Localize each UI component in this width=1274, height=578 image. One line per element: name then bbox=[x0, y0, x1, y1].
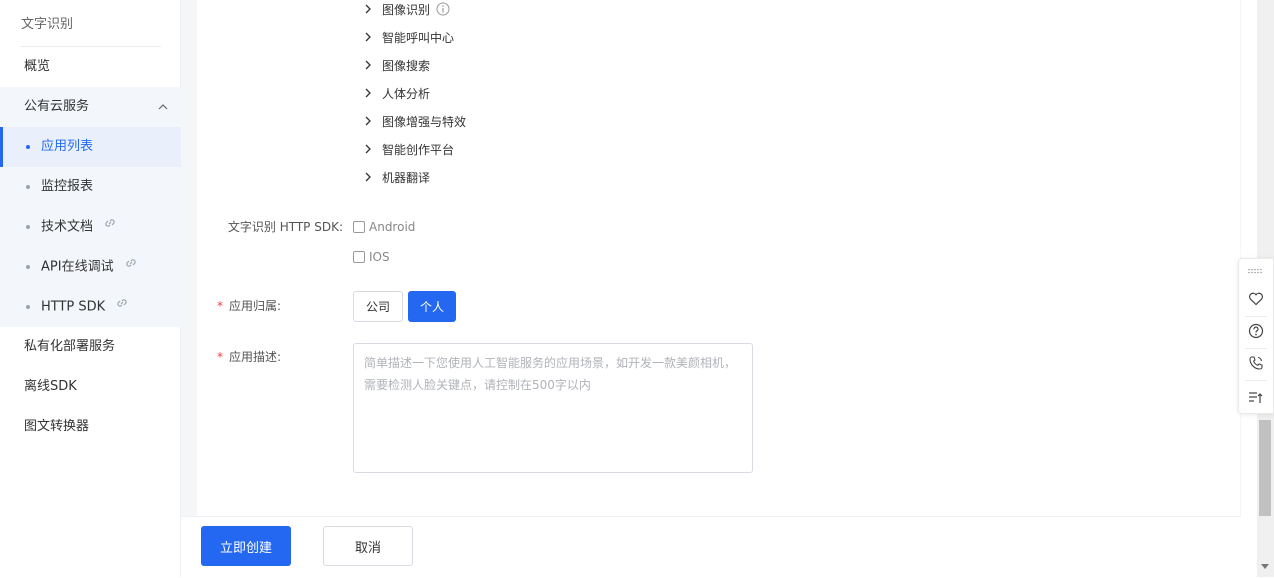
tree-item-image-search[interactable]: 图像搜索 bbox=[362, 55, 430, 75]
checkbox-label: Android bbox=[369, 220, 416, 234]
sidebar-item-public-cloud[interactable]: 公有云服务 bbox=[0, 87, 181, 127]
external-link-icon bbox=[103, 207, 117, 247]
sidebar: 文字识别 概览 公有云服务 应用列表 监控报表 技术文档 API在线调试 HTT… bbox=[0, 0, 181, 577]
tree-item-label: 图像识别 bbox=[382, 2, 431, 17]
required-marker: * bbox=[216, 299, 223, 313]
heart-icon[interactable] bbox=[1239, 285, 1273, 313]
sidebar-subitem-label: 应用列表 bbox=[41, 139, 94, 154]
description-label-text: 应用描述: bbox=[228, 350, 281, 364]
required-marker: * bbox=[216, 350, 223, 364]
notes-icon[interactable] bbox=[1239, 384, 1273, 412]
floating-tool-panel bbox=[1238, 258, 1274, 414]
bullet-icon bbox=[26, 185, 30, 189]
sidebar-subitem-label: HTTP SDK bbox=[41, 299, 106, 315]
sidebar-item-label: 公有云服务 bbox=[24, 99, 90, 114]
sidebar-item-image-text-converter[interactable]: 图文转换器 bbox=[0, 407, 181, 447]
tree-item-image-enhance[interactable]: 图像增强与特效 bbox=[362, 111, 466, 131]
chevron-right-icon bbox=[365, 32, 371, 42]
sidebar-subitem-api-debug[interactable]: API在线调试 bbox=[0, 247, 181, 287]
ownership-label-text: 应用归属: bbox=[228, 299, 281, 313]
scroll-down-arrow-icon[interactable] bbox=[1261, 564, 1269, 569]
chevron-right-icon bbox=[365, 172, 371, 182]
chevron-right-icon bbox=[365, 60, 371, 70]
tree-item-machine-translation[interactable]: 机器翻译 bbox=[362, 167, 430, 187]
sidebar-item-label: 私有化部署服务 bbox=[24, 339, 116, 354]
drag-handle-icon[interactable] bbox=[1239, 259, 1273, 283]
sdk-label: 文字识别 HTTP SDK: bbox=[227, 220, 343, 234]
tree-item-label: 智能创作平台 bbox=[382, 142, 455, 157]
bullet-icon bbox=[26, 145, 30, 149]
chevron-right-icon bbox=[365, 4, 371, 14]
sidebar-item-offline-sdk[interactable]: 离线SDK bbox=[0, 367, 181, 407]
chevron-up-icon[interactable] bbox=[155, 87, 171, 127]
tree-item-label: 图像搜索 bbox=[382, 58, 431, 73]
sidebar-item-overview[interactable]: 概览 bbox=[0, 47, 181, 87]
chevron-right-icon bbox=[365, 88, 371, 98]
tree-item-label: 智能呼叫中心 bbox=[382, 30, 455, 45]
external-link-icon bbox=[124, 247, 138, 287]
sidebar-title: 文字识别 bbox=[21, 17, 74, 32]
checkbox[interactable] bbox=[353, 221, 365, 233]
sidebar-item-label: 离线SDK bbox=[24, 379, 77, 394]
sidebar-subitem-tech-docs[interactable]: 技术文档 bbox=[0, 207, 181, 247]
cancel-button[interactable]: 取消 bbox=[323, 526, 413, 566]
tree-item-body-analysis[interactable]: 人体分析 bbox=[362, 83, 430, 103]
tree-item-image-recognition[interactable]: 图像识别 bbox=[362, 0, 450, 19]
bullet-icon bbox=[26, 305, 30, 309]
sidebar-subitem-label: 监控报表 bbox=[41, 179, 94, 194]
checkbox[interactable] bbox=[353, 251, 365, 263]
checkbox-label: IOS bbox=[369, 250, 390, 264]
chevron-right-icon bbox=[365, 144, 371, 154]
help-icon[interactable] bbox=[1239, 317, 1273, 345]
sidebar-item-label: 概览 bbox=[24, 59, 51, 74]
phone-icon[interactable] bbox=[1239, 349, 1273, 377]
info-icon[interactable] bbox=[436, 2, 450, 16]
ownership-personal-button[interactable]: 个人 bbox=[408, 291, 456, 322]
tree-item-label: 人体分析 bbox=[382, 86, 431, 101]
sidebar-item-label: 图文转换器 bbox=[24, 419, 90, 434]
description-placeholder: 简单描述一下您使用人工智能服务的应用场景，如开发一款美颜相机， 需要检测人脸关键… bbox=[364, 356, 737, 392]
tree-item-label: 机器翻译 bbox=[382, 170, 431, 185]
description-label: * 应用描述: bbox=[200, 348, 281, 365]
bullet-icon bbox=[26, 225, 30, 229]
bullet-icon bbox=[26, 265, 30, 269]
sdk-option-ios[interactable]: IOS bbox=[353, 250, 390, 264]
sdk-option-android[interactable]: Android bbox=[353, 220, 415, 234]
ownership-label: * 应用归属: bbox=[200, 297, 281, 314]
tree-item-call-center[interactable]: 智能呼叫中心 bbox=[362, 27, 454, 47]
tree-item-label: 图像增强与特效 bbox=[382, 114, 467, 129]
sidebar-subitem-label: 技术文档 bbox=[41, 219, 94, 235]
sidebar-item-private-deploy[interactable]: 私有化部署服务 bbox=[0, 327, 181, 367]
sidebar-subitem-http-sdk[interactable]: HTTP SDK bbox=[0, 287, 181, 327]
external-link-icon bbox=[115, 287, 129, 327]
divider bbox=[1245, 380, 1267, 381]
description-textarea[interactable]: 简单描述一下您使用人工智能服务的应用场景，如开发一款美颜相机， 需要检测人脸关键… bbox=[353, 343, 753, 473]
tree-item-creation-platform[interactable]: 智能创作平台 bbox=[362, 139, 454, 159]
chevron-right-icon bbox=[365, 116, 371, 126]
create-button[interactable]: 立即创建 bbox=[201, 526, 291, 566]
sidebar-subitem-monitor-report[interactable]: 监控报表 bbox=[0, 167, 181, 207]
ownership-company-button[interactable]: 公司 bbox=[353, 291, 403, 322]
scrollbar-thumb[interactable] bbox=[1259, 420, 1271, 516]
sidebar-subitem-label: API在线调试 bbox=[41, 259, 114, 275]
sidebar-subitem-app-list[interactable]: 应用列表 bbox=[0, 127, 181, 167]
